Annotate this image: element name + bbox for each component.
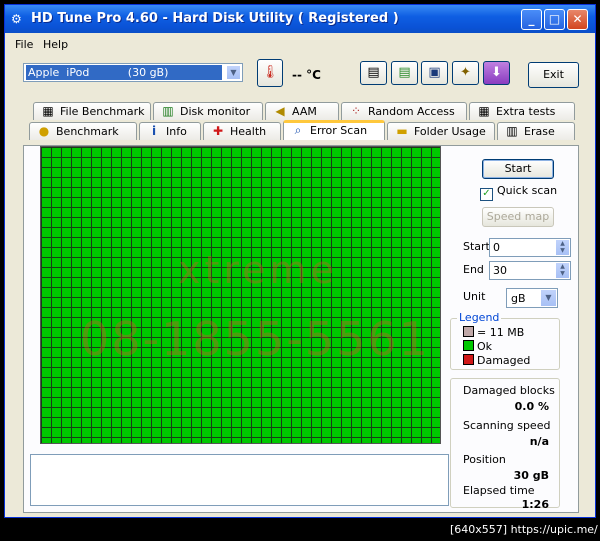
unit-select[interactable]: gB ▼ [506, 288, 558, 308]
window-title: HD Tune Pro 4.60 - Hard Disk Utility ( R… [31, 11, 399, 26]
maximize-button[interactable]: □ [544, 9, 565, 30]
copy-screenshot-button[interactable]: ▤ [391, 61, 418, 85]
scan-block-grid [40, 146, 441, 444]
download-button[interactable]: ⬇ [483, 61, 510, 85]
tab-benchmark[interactable]: ● Benchmark [29, 122, 137, 140]
elapsed-time-value: 1:26 [521, 498, 549, 511]
health-icon: ✚ [212, 124, 224, 138]
copy-green-icon: ▤ [398, 65, 411, 80]
spin-down-icon[interactable]: ▼ [556, 247, 569, 254]
spin-up-icon[interactable]: ▲ [556, 240, 569, 247]
spin-down-icon[interactable]: ▼ [556, 270, 569, 277]
tab-erase[interactable]: ▥ Erase [497, 122, 575, 140]
tab-file-benchmark[interactable]: ▦ File Benchmark [33, 102, 151, 120]
chevron-down-icon[interactable]: ▼ [226, 65, 241, 80]
start-spinner[interactable]: 0 ▲ ▼ [489, 238, 571, 257]
tab-extra-tests[interactable]: ▦ Extra tests [469, 102, 575, 120]
thermometer-icon[interactable]: 🌡 [257, 59, 283, 87]
arrow-down-icon: ⬇ [491, 65, 502, 80]
save-button[interactable]: ▣ [421, 61, 448, 85]
start-label: Start [463, 240, 490, 253]
legend-swatch-ok [463, 340, 474, 351]
unit-label: Unit [463, 290, 486, 303]
legend-swatch-damaged [463, 354, 474, 365]
spinner-buttons[interactable]: ▲ ▼ [556, 240, 569, 255]
copy-info-button[interactable]: ▤ [360, 61, 387, 85]
damaged-blocks-label: Damaged blocks [463, 384, 555, 397]
scan-log-box[interactable] [30, 454, 449, 506]
tab-aam[interactable]: ◀ AAM [265, 102, 339, 120]
tab-error-scan[interactable]: ⌕ Error Scan [283, 120, 385, 140]
legend-item-damaged: Damaged [463, 354, 530, 367]
tab-folder-usage[interactable]: ▬ Folder Usage [387, 122, 495, 140]
elapsed-time-label: Elapsed time [463, 484, 535, 497]
trash-icon: ▥ [506, 124, 518, 138]
position-value: 30 gB [513, 469, 549, 482]
start-value: 0 [493, 241, 500, 254]
magnifier-icon: ⌕ [294, 123, 302, 137]
drive-select-value: Apple iPod (30 gB) [26, 65, 222, 80]
speed-map-button[interactable]: Speed map [482, 207, 554, 227]
image-host-footer: [640x557] https://upic.me/ [450, 523, 598, 536]
spinner-buttons[interactable]: ▲ ▼ [556, 263, 569, 278]
menu-file[interactable]: File [15, 38, 33, 51]
tab-info[interactable]: i Info [139, 122, 201, 140]
legend-group: Legend = 11 MB Ok Damaged [450, 311, 560, 370]
info-icon: i [151, 124, 157, 138]
legend-title: Legend [457, 311, 502, 324]
scanning-speed-label: Scanning speed [463, 419, 551, 432]
file-benchmark-icon: ▦ [42, 104, 54, 118]
chevron-down-icon[interactable]: ▼ [541, 290, 556, 306]
random-access-icon: ⁘ [350, 104, 362, 118]
drive-select[interactable]: Apple iPod (30 gB) ▼ [23, 63, 243, 82]
spin-up-icon[interactable]: ▲ [556, 263, 569, 270]
floppy-disk-icon: ▣ [428, 65, 441, 80]
benchmark-icon: ● [38, 124, 50, 138]
minimize-button[interactable]: _ [521, 9, 542, 30]
menu-help[interactable]: Help [43, 38, 68, 51]
legend-swatch-block [463, 326, 474, 337]
options-button[interactable]: ✦ [452, 61, 479, 85]
toolbar: Apple iPod (30 gB) ▼ 🌡 -- °C ▤ ▤ ▣ ✦ ⬇ E… [5, 55, 595, 99]
watermark-text: xtreme [178, 248, 338, 292]
close-button[interactable]: ✕ [567, 9, 588, 30]
exit-button[interactable]: Exit [528, 62, 579, 88]
stats-group: Damaged blocks 0.0 % Scanning speed n/a … [450, 378, 560, 511]
end-label: End [463, 263, 484, 276]
options-icon: ✦ [460, 65, 471, 80]
disk-monitor-icon: ▥ [162, 104, 174, 118]
speaker-icon: ◀ [275, 104, 285, 118]
start-button[interactable]: Start [482, 159, 554, 179]
tab-random-access[interactable]: ⁘ Random Access [341, 102, 467, 120]
damaged-blocks-value: 0.0 % [514, 400, 549, 413]
legend-item-block-size: = 11 MB [463, 326, 524, 339]
temperature-readout: -- °C [292, 68, 321, 82]
tab-disk-monitor[interactable]: ▥ Disk monitor [153, 102, 263, 120]
copy-icon: ▤ [367, 65, 380, 80]
app-icon: ⚙ [11, 12, 22, 26]
extra-tests-icon: ▦ [478, 104, 490, 118]
title-bar[interactable]: ⚙ HD Tune Pro 4.60 - Hard Disk Utility (… [5, 5, 595, 33]
quick-scan-checkbox[interactable]: ✓ Quick scan [480, 184, 557, 201]
unit-value: gB [511, 292, 526, 305]
legend-item-ok: Ok [463, 340, 492, 353]
folder-icon: ▬ [396, 124, 408, 138]
end-spinner[interactable]: 30 ▲ ▼ [489, 261, 571, 280]
checkmark-icon: ✓ [480, 188, 493, 201]
menu-bar: File Help [5, 35, 595, 53]
tab-health[interactable]: ✚ Health [203, 122, 281, 140]
watermark-phone: 08-1855-5561 [80, 312, 430, 366]
scanning-speed-value: n/a [529, 435, 549, 448]
position-label: Position [463, 453, 506, 466]
end-value: 30 [493, 264, 507, 277]
